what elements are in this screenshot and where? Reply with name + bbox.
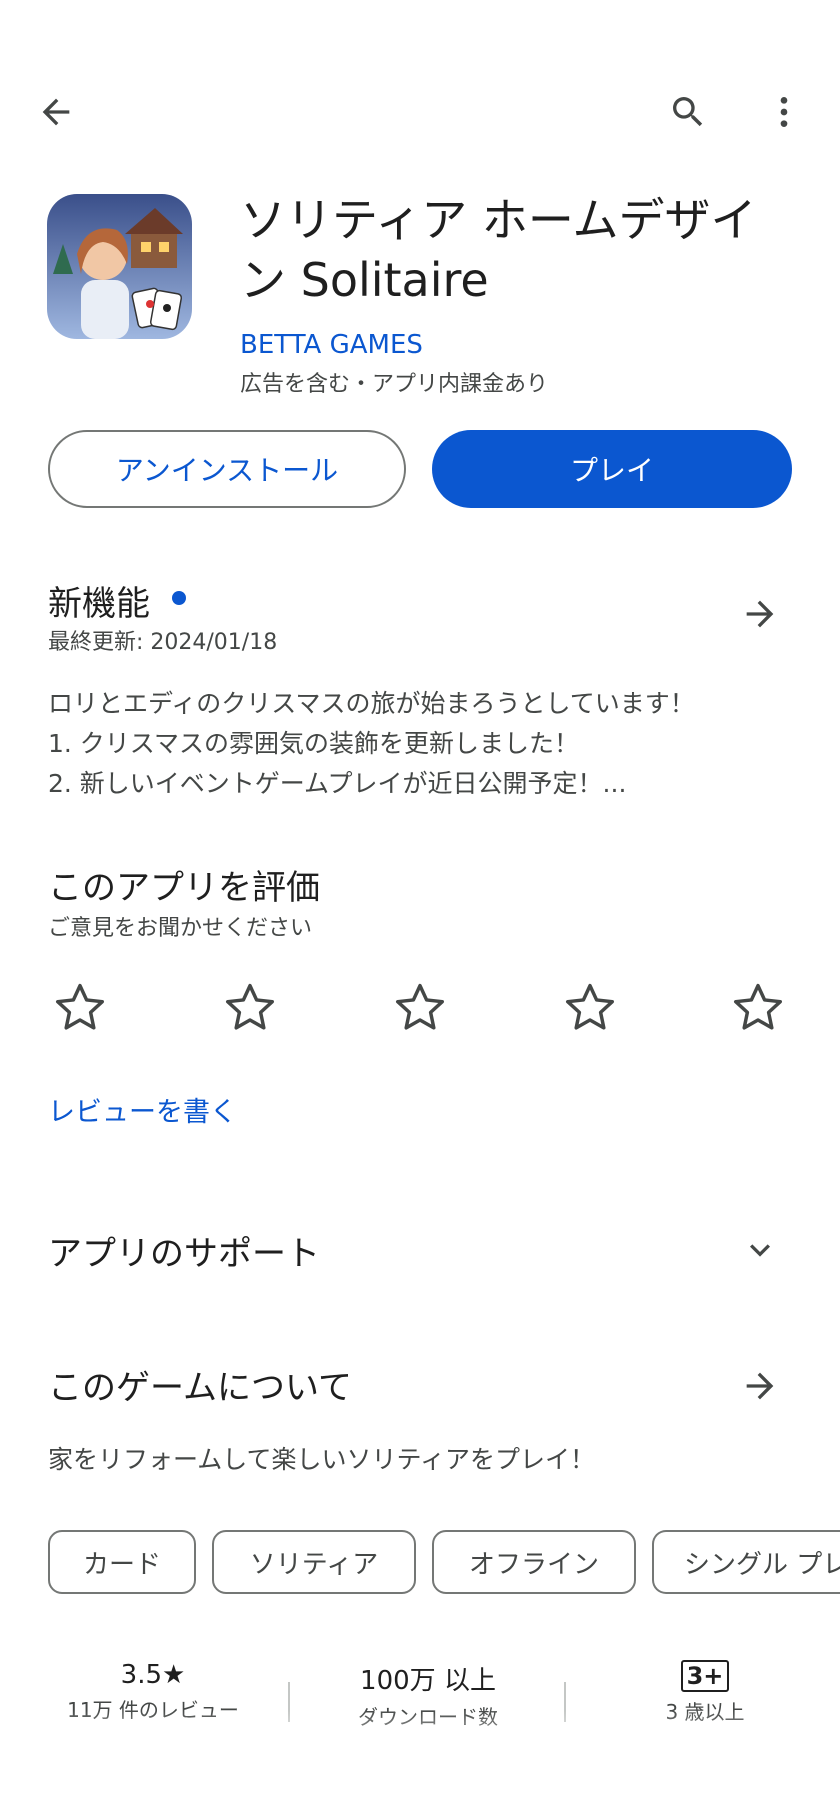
tag-chip[interactable]: シングル プレ bbox=[652, 1530, 840, 1594]
tag-chip[interactable]: ソリティア bbox=[212, 1530, 416, 1594]
release-note-line: ロリとエディのクリスマスの旅が始まろうとしています！ bbox=[48, 689, 695, 718]
star-3-icon[interactable] bbox=[388, 976, 452, 1040]
rating-value: 3.5★ bbox=[120, 1660, 186, 1690]
bottom-fade bbox=[0, 1710, 840, 1820]
rate-title: このアプリを評価 bbox=[48, 868, 320, 908]
arrow-right-icon bbox=[746, 1372, 774, 1400]
downloads-value: 100万 以上 bbox=[360, 1666, 496, 1696]
ads-info: 広告を含む・アプリ内課金あり bbox=[240, 372, 549, 397]
age-rating-badge: 3+ bbox=[680, 1660, 730, 1692]
last-updated: 最終更新: 2024/01/18 bbox=[48, 630, 278, 655]
about-description: 家をリフォームして楽しいソリティアをプレイ！ bbox=[48, 1445, 596, 1474]
support-title[interactable]: アプリのサポート bbox=[48, 1226, 320, 1275]
whats-new-title: 新機能 bbox=[48, 584, 150, 624]
search-icon bbox=[673, 97, 703, 127]
tag-chip[interactable]: カード bbox=[48, 1530, 196, 1594]
more-options-button[interactable] bbox=[756, 84, 812, 140]
developer-link[interactable]: BETTA GAMES bbox=[240, 330, 423, 360]
app-icon bbox=[47, 194, 192, 339]
star-2-icon[interactable] bbox=[218, 976, 282, 1040]
star-4-icon[interactable] bbox=[558, 976, 622, 1040]
uninstall-button[interactable]: アンインストール bbox=[48, 430, 406, 508]
arrow-left-icon bbox=[42, 98, 70, 126]
star-5-icon[interactable] bbox=[726, 976, 790, 1040]
whats-new-arrow-button[interactable] bbox=[736, 590, 784, 638]
release-notes: ロリとエディのクリスマスの旅が始まろうとしています！ 1. クリスマスの雰囲気の… bbox=[48, 684, 808, 804]
more-vert-icon bbox=[780, 97, 788, 127]
back-button[interactable] bbox=[28, 84, 84, 140]
play-button[interactable]: プレイ bbox=[432, 430, 792, 508]
release-note-line: 2. 新しいイベントゲームプレイが近日公開予定！... bbox=[48, 769, 627, 798]
app-title: ソリティア ホームデザイン Solitaire bbox=[240, 193, 757, 307]
tag-chip[interactable]: オフライン bbox=[432, 1530, 636, 1594]
new-indicator-dot bbox=[172, 591, 186, 605]
write-review-link[interactable]: レビューを書く bbox=[48, 1090, 237, 1129]
arrow-right-icon bbox=[746, 600, 774, 628]
star-1-icon[interactable] bbox=[48, 976, 112, 1040]
about-title: このゲームについて bbox=[48, 1368, 352, 1408]
chevron-down-icon bbox=[750, 1244, 770, 1257]
support-expand-button[interactable] bbox=[736, 1226, 784, 1274]
release-note-line: 1. クリスマスの雰囲気の装飾を更新しました！ bbox=[48, 729, 580, 758]
about-arrow-button[interactable] bbox=[736, 1362, 784, 1410]
search-button[interactable] bbox=[660, 84, 716, 140]
rate-subtitle: ご意見をお聞かせください bbox=[48, 916, 313, 941]
